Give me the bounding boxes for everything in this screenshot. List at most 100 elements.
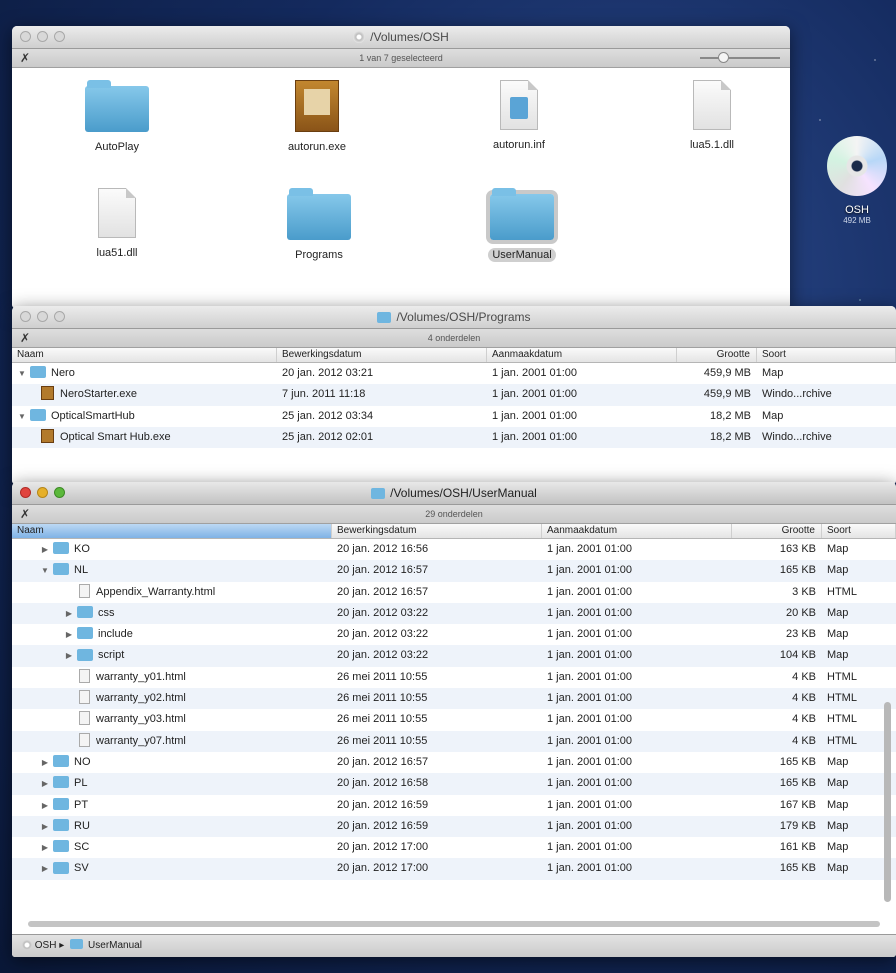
file-size: 3 KB	[792, 585, 816, 598]
window-titlebar[interactable]: /Volumes/OSH/UserManual	[12, 482, 896, 505]
table-row[interactable]: ▶ SC 20 jan. 2012 17:00 1 jan. 2001 01:00 16…	[12, 837, 896, 858]
column-header-name[interactable]: Naam	[12, 348, 277, 362]
slider-knob[interactable]	[718, 52, 729, 63]
table-row[interactable]: ▶ PT 20 jan. 2012 16:59 1 jan. 2001 01:00 16…	[12, 795, 896, 816]
disclosure-closed-icon[interactable]: ▶	[40, 795, 50, 816]
file-list: ▼ Nero 20 jan. 2012 03:21 1 jan. 2001 01:…	[12, 363, 896, 449]
table-row[interactable]: warranty_y03.html 26 mei 2011 10:55 1 jan.…	[12, 709, 896, 730]
table-row[interactable]: ▼ NL 20 jan. 2012 16:57 1 jan. 2001 01:00 16…	[12, 560, 896, 582]
window-titlebar[interactable]: /Volumes/OSH/Programs	[12, 306, 896, 329]
file-date: 7 jun. 2011 11:18	[282, 388, 366, 401]
column-header-date[interactable]: Bewerkingsdatum	[332, 524, 542, 538]
zoom-button[interactable]	[54, 311, 65, 322]
icon-item-autoplay[interactable]: AutoPlay	[42, 80, 192, 154]
icon-label: AutoPlay	[94, 141, 140, 153]
minimize-button[interactable]	[37, 311, 48, 322]
close-button[interactable]	[20, 31, 31, 42]
document-icon	[693, 80, 731, 130]
action-tool-icon[interactable]: ✗	[20, 329, 30, 347]
table-row[interactable]: ▶ css 20 jan. 2012 03:22 1 jan. 2001 01:00 2…	[12, 602, 896, 625]
disclosure-open-icon[interactable]: ▼	[17, 406, 27, 427]
disclosure-closed-icon[interactable]: ▶	[64, 624, 74, 645]
action-tool-icon[interactable]: ✗	[20, 505, 30, 523]
file-date: 20 jan. 2012 16:56	[337, 543, 429, 555]
disclosure-closed-icon[interactable]: ▶	[64, 603, 74, 624]
icon-item-usermanual[interactable]: UserManual	[447, 188, 597, 262]
zoom-button[interactable]	[54, 31, 65, 42]
vertical-scrollbar[interactable]	[884, 702, 891, 902]
disclosure-closed-icon[interactable]: ▶	[40, 816, 50, 837]
icon-item-lua51-dll[interactable]: lua51.dll	[42, 188, 192, 260]
disclosure-closed-icon[interactable]: ▶	[64, 645, 74, 666]
table-row[interactable]: warranty_y01.html 26 mei 2011 10:55 1 jan.…	[12, 667, 896, 688]
icon-size-slider[interactable]	[700, 52, 780, 63]
disclosure-closed-icon[interactable]: ▶	[40, 837, 50, 858]
column-headers: Naam Bewerkingsdatum Aanmaakdatum Groott…	[12, 524, 896, 539]
zoom-button[interactable]	[54, 487, 65, 498]
desktop-disk-osh[interactable]: OSH 492 MB	[822, 136, 892, 225]
disclosure-closed-icon[interactable]: ▶	[40, 858, 50, 879]
file-date: 20 jan. 2012 03:22	[337, 628, 429, 641]
path-item-disk[interactable]: OSH	[35, 940, 57, 951]
file-kind: Windo...rchive	[762, 388, 832, 401]
file-created: 1 jan. 2001 01:00	[547, 713, 633, 726]
column-header-name[interactable]: Naam	[12, 524, 332, 538]
file-created: 1 jan. 2001 01:00	[547, 841, 633, 854]
column-header-created[interactable]: Aanmaakdatum	[542, 524, 732, 538]
column-header-date[interactable]: Bewerkingsdatum	[277, 348, 487, 362]
file-created: 1 jan. 2001 01:00	[547, 670, 633, 683]
file-created: 1 jan. 2001 01:00	[547, 734, 633, 747]
table-row[interactable]: ▶ RU 20 jan. 2012 16:59 1 jan. 2001 01:00 17…	[12, 815, 896, 838]
column-header-kind[interactable]: Soort	[757, 348, 896, 362]
file-date: 20 jan. 2012 17:00	[337, 841, 429, 854]
table-row[interactable]: Optical Smart Hub.exe 25 jan. 2012 02:01…	[12, 426, 896, 449]
path-separator: ▸	[59, 940, 65, 951]
icon-item-autorun-inf[interactable]: autorun.inf	[444, 80, 594, 152]
folder-icon	[53, 818, 69, 831]
disclosure-closed-icon[interactable]: ▶	[40, 773, 50, 794]
icon-item-programs[interactable]: Programs	[244, 188, 394, 262]
table-row[interactable]: ▶ script 20 jan. 2012 03:22 1 jan. 2001 01:…	[12, 645, 896, 667]
path-item-folder[interactable]: UserManual	[88, 940, 142, 951]
action-tool-icon[interactable]: ✗	[20, 49, 30, 67]
table-row[interactable]: ▼ Nero 20 jan. 2012 03:21 1 jan. 2001 01:…	[12, 363, 896, 384]
table-row[interactable]: ▶ include 20 jan. 2012 03:22 1 jan. 2001 01…	[12, 624, 896, 645]
cd-disc-icon	[827, 136, 887, 196]
html-document-icon	[79, 690, 90, 705]
table-row[interactable]: ▶ SV 20 jan. 2012 17:00 1 jan. 2001 01:00 16…	[12, 858, 896, 880]
table-row[interactable]: warranty_y07.html 26 mei 2011 10:55 1 jan.…	[12, 730, 896, 752]
horizontal-scrollbar[interactable]	[28, 921, 880, 927]
file-kind: Map	[827, 564, 849, 577]
table-row[interactable]: Appendix_Warranty.html 20 jan. 2012 16:57…	[12, 582, 896, 603]
table-row[interactable]: ▶ PL 20 jan. 2012 16:58 1 jan. 2001 01:00 16…	[12, 773, 896, 795]
folder-icon	[53, 776, 69, 789]
icon-item-lua5-1-dll[interactable]: lua5.1.dll	[637, 80, 787, 152]
file-kind: Map	[827, 606, 849, 619]
html-document-icon	[79, 711, 90, 726]
file-date: 20 jan. 2012 16:59	[337, 819, 429, 832]
table-row[interactable]: ▼ OpticalSmartHub 25 jan. 2012 03:34 1 ja…	[12, 406, 896, 427]
disclosure-open-icon[interactable]: ▼	[17, 363, 27, 384]
disclosure-closed-icon[interactable]: ▶	[40, 539, 50, 560]
file-name: Nero	[51, 367, 75, 379]
disclosure-closed-icon[interactable]: ▶	[40, 752, 50, 773]
column-header-size[interactable]: Grootte	[732, 524, 822, 538]
minimize-button[interactable]	[37, 487, 48, 498]
icon-item-autorun-exe[interactable]: autorun.exe	[242, 80, 392, 154]
column-header-created[interactable]: Aanmaakdatum	[487, 348, 677, 362]
window-titlebar[interactable]: /Volumes/OSH	[12, 26, 790, 49]
file-created: 1 jan. 2001 01:00	[492, 388, 578, 401]
folder-icon	[53, 755, 69, 768]
table-row[interactable]: warranty_y02.html 26 mei 2011 10:55 1 jan.…	[12, 688, 896, 710]
table-row[interactable]: NeroStarter.exe 7 jun. 2011 11:18 1 jan.…	[12, 384, 896, 406]
column-headers: Naam Bewerkingsdatum Aanmaakdatum Groott…	[12, 348, 896, 363]
close-button[interactable]	[20, 311, 31, 322]
column-header-size[interactable]: Grootte	[677, 348, 757, 362]
file-size: 18,2 MB	[710, 430, 751, 443]
minimize-button[interactable]	[37, 31, 48, 42]
close-button[interactable]	[20, 487, 31, 498]
disclosure-open-icon[interactable]: ▼	[40, 560, 50, 581]
table-row[interactable]: ▶ NO 20 jan. 2012 16:57 1 jan. 2001 01:00 16…	[12, 752, 896, 773]
table-row[interactable]: ▶ KO 20 jan. 2012 16:56 1 jan. 2001 01:00 16…	[12, 539, 896, 560]
column-header-kind[interactable]: Soort	[822, 524, 896, 538]
